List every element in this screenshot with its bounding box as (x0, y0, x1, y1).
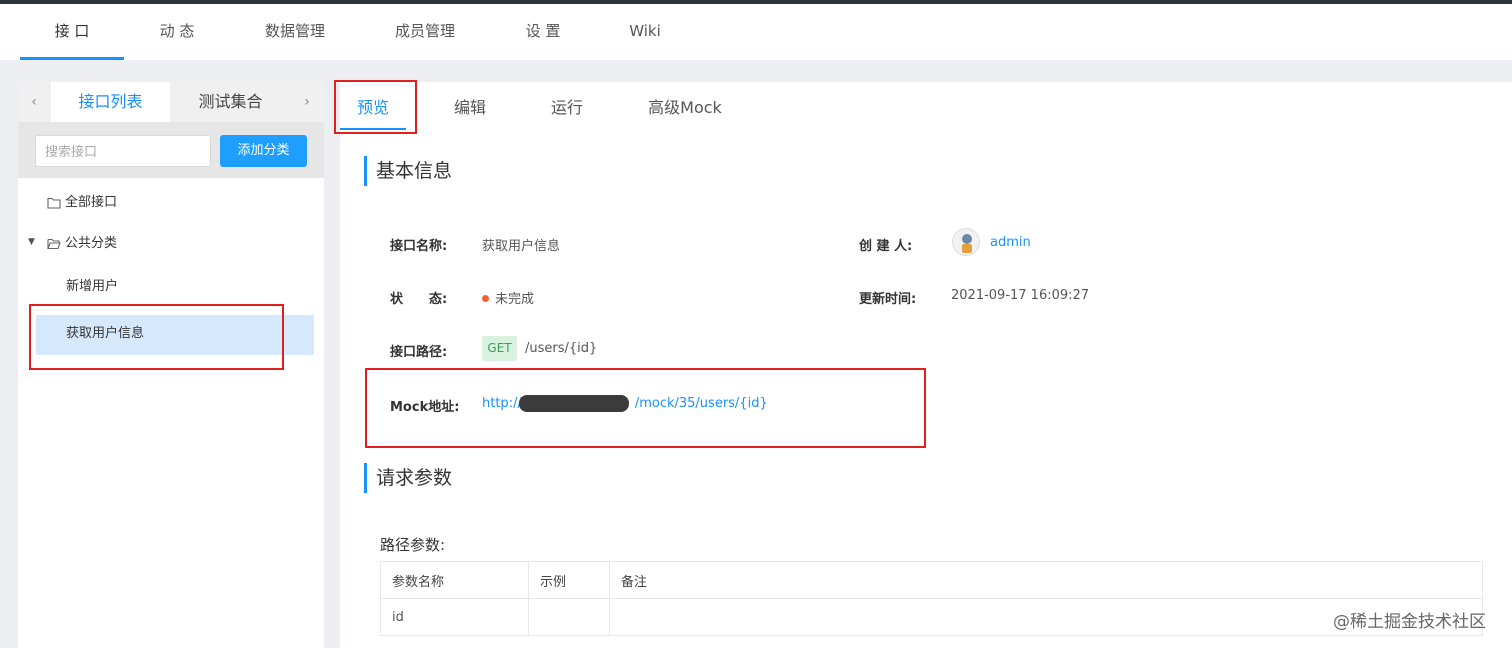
add-category-button[interactable]: 添加分类 (220, 135, 307, 167)
top-navigation: 接 口 动 态 数据管理 成员管理 设 置 Wiki (0, 4, 1512, 60)
path-params-table: 参数名称 示例 备注 id (380, 561, 1483, 636)
highlight-box-mock-url (365, 368, 926, 448)
avatar (952, 228, 980, 256)
column-header: 参数名称 (380, 561, 529, 599)
status-dot-icon (482, 295, 489, 302)
tab-advanced-mock[interactable]: 高级Mock (640, 82, 730, 132)
watermark: @稀土掘金技术社区 (1333, 612, 1486, 632)
chevron-right-icon[interactable]: › (291, 82, 323, 122)
highlight-box-selected-interface (29, 304, 284, 370)
highlight-box-preview-tab (334, 80, 417, 134)
tab-wiki[interactable]: Wiki (620, 4, 670, 60)
updated-time-value: 2021-09-17 16:09:27 (951, 288, 1090, 303)
tree-item-label: 全部接口 (65, 195, 118, 210)
interface-path-label: 接口路径: (390, 345, 448, 360)
folder-open-icon (47, 238, 61, 249)
interface-name-value: 获取用户信息 (482, 239, 561, 254)
tab-settings[interactable]: 设 置 (510, 4, 576, 60)
section-title-basic-info: 基本信息 (364, 156, 452, 186)
column-header: 备注 (609, 561, 1483, 599)
path-params-title: 路径参数: (380, 536, 446, 554)
sidebar-toolbar: 添加分类 (18, 122, 324, 178)
status-value: 未完成 (482, 288, 534, 307)
tab-test-collection[interactable]: 测试集合 (171, 82, 290, 122)
tab-interface[interactable]: 接 口 (20, 4, 124, 60)
tab-data-management[interactable]: 数据管理 (256, 4, 334, 60)
tree-item-all-interfaces[interactable]: 全部接口 (47, 193, 117, 213)
tab-member-management[interactable]: 成员管理 (386, 4, 464, 60)
caret-down-icon[interactable]: ▼ (28, 237, 35, 247)
sidebar-tabs: ‹ 接口列表 测试集合 › (18, 82, 324, 122)
tree-item-interface[interactable]: 新增用户 (66, 277, 118, 297)
tab-edit[interactable]: 编辑 (440, 82, 500, 132)
table-cell: id (380, 598, 529, 636)
creator-label: 创 建 人: (859, 239, 913, 254)
tab-interface-list[interactable]: 接口列表 (51, 82, 170, 122)
search-interface-input[interactable] (35, 135, 211, 167)
interface-path-value: /users/{id} (525, 341, 598, 356)
status-text: 未完成 (495, 292, 535, 307)
tree-item-label: 公共分类 (65, 236, 118, 251)
table-row: id (380, 598, 1483, 636)
method-badge: GET (482, 336, 517, 361)
folder-icon (47, 197, 61, 209)
table-cell (528, 598, 610, 636)
tab-activity[interactable]: 动 态 (140, 4, 214, 60)
interface-detail-panel: 预览 编辑 运行 高级Mock 基本信息 接口名称: 获取用户信息 创 建 人:… (340, 82, 1512, 648)
table-header-row: 参数名称 示例 备注 (380, 561, 1483, 599)
chevron-left-icon[interactable]: ‹ (18, 82, 50, 122)
tree-item-category[interactable]: 公共分类 (47, 234, 117, 254)
interface-name-label: 接口名称: (390, 239, 448, 254)
creator-link[interactable]: admin (990, 235, 1031, 250)
status-label: 状 态: (390, 292, 448, 307)
updated-time-label: 更新时间: (859, 292, 917, 307)
column-header: 示例 (528, 561, 610, 599)
section-title-request-params: 请求参数 (364, 463, 452, 493)
tab-run[interactable]: 运行 (537, 82, 597, 132)
